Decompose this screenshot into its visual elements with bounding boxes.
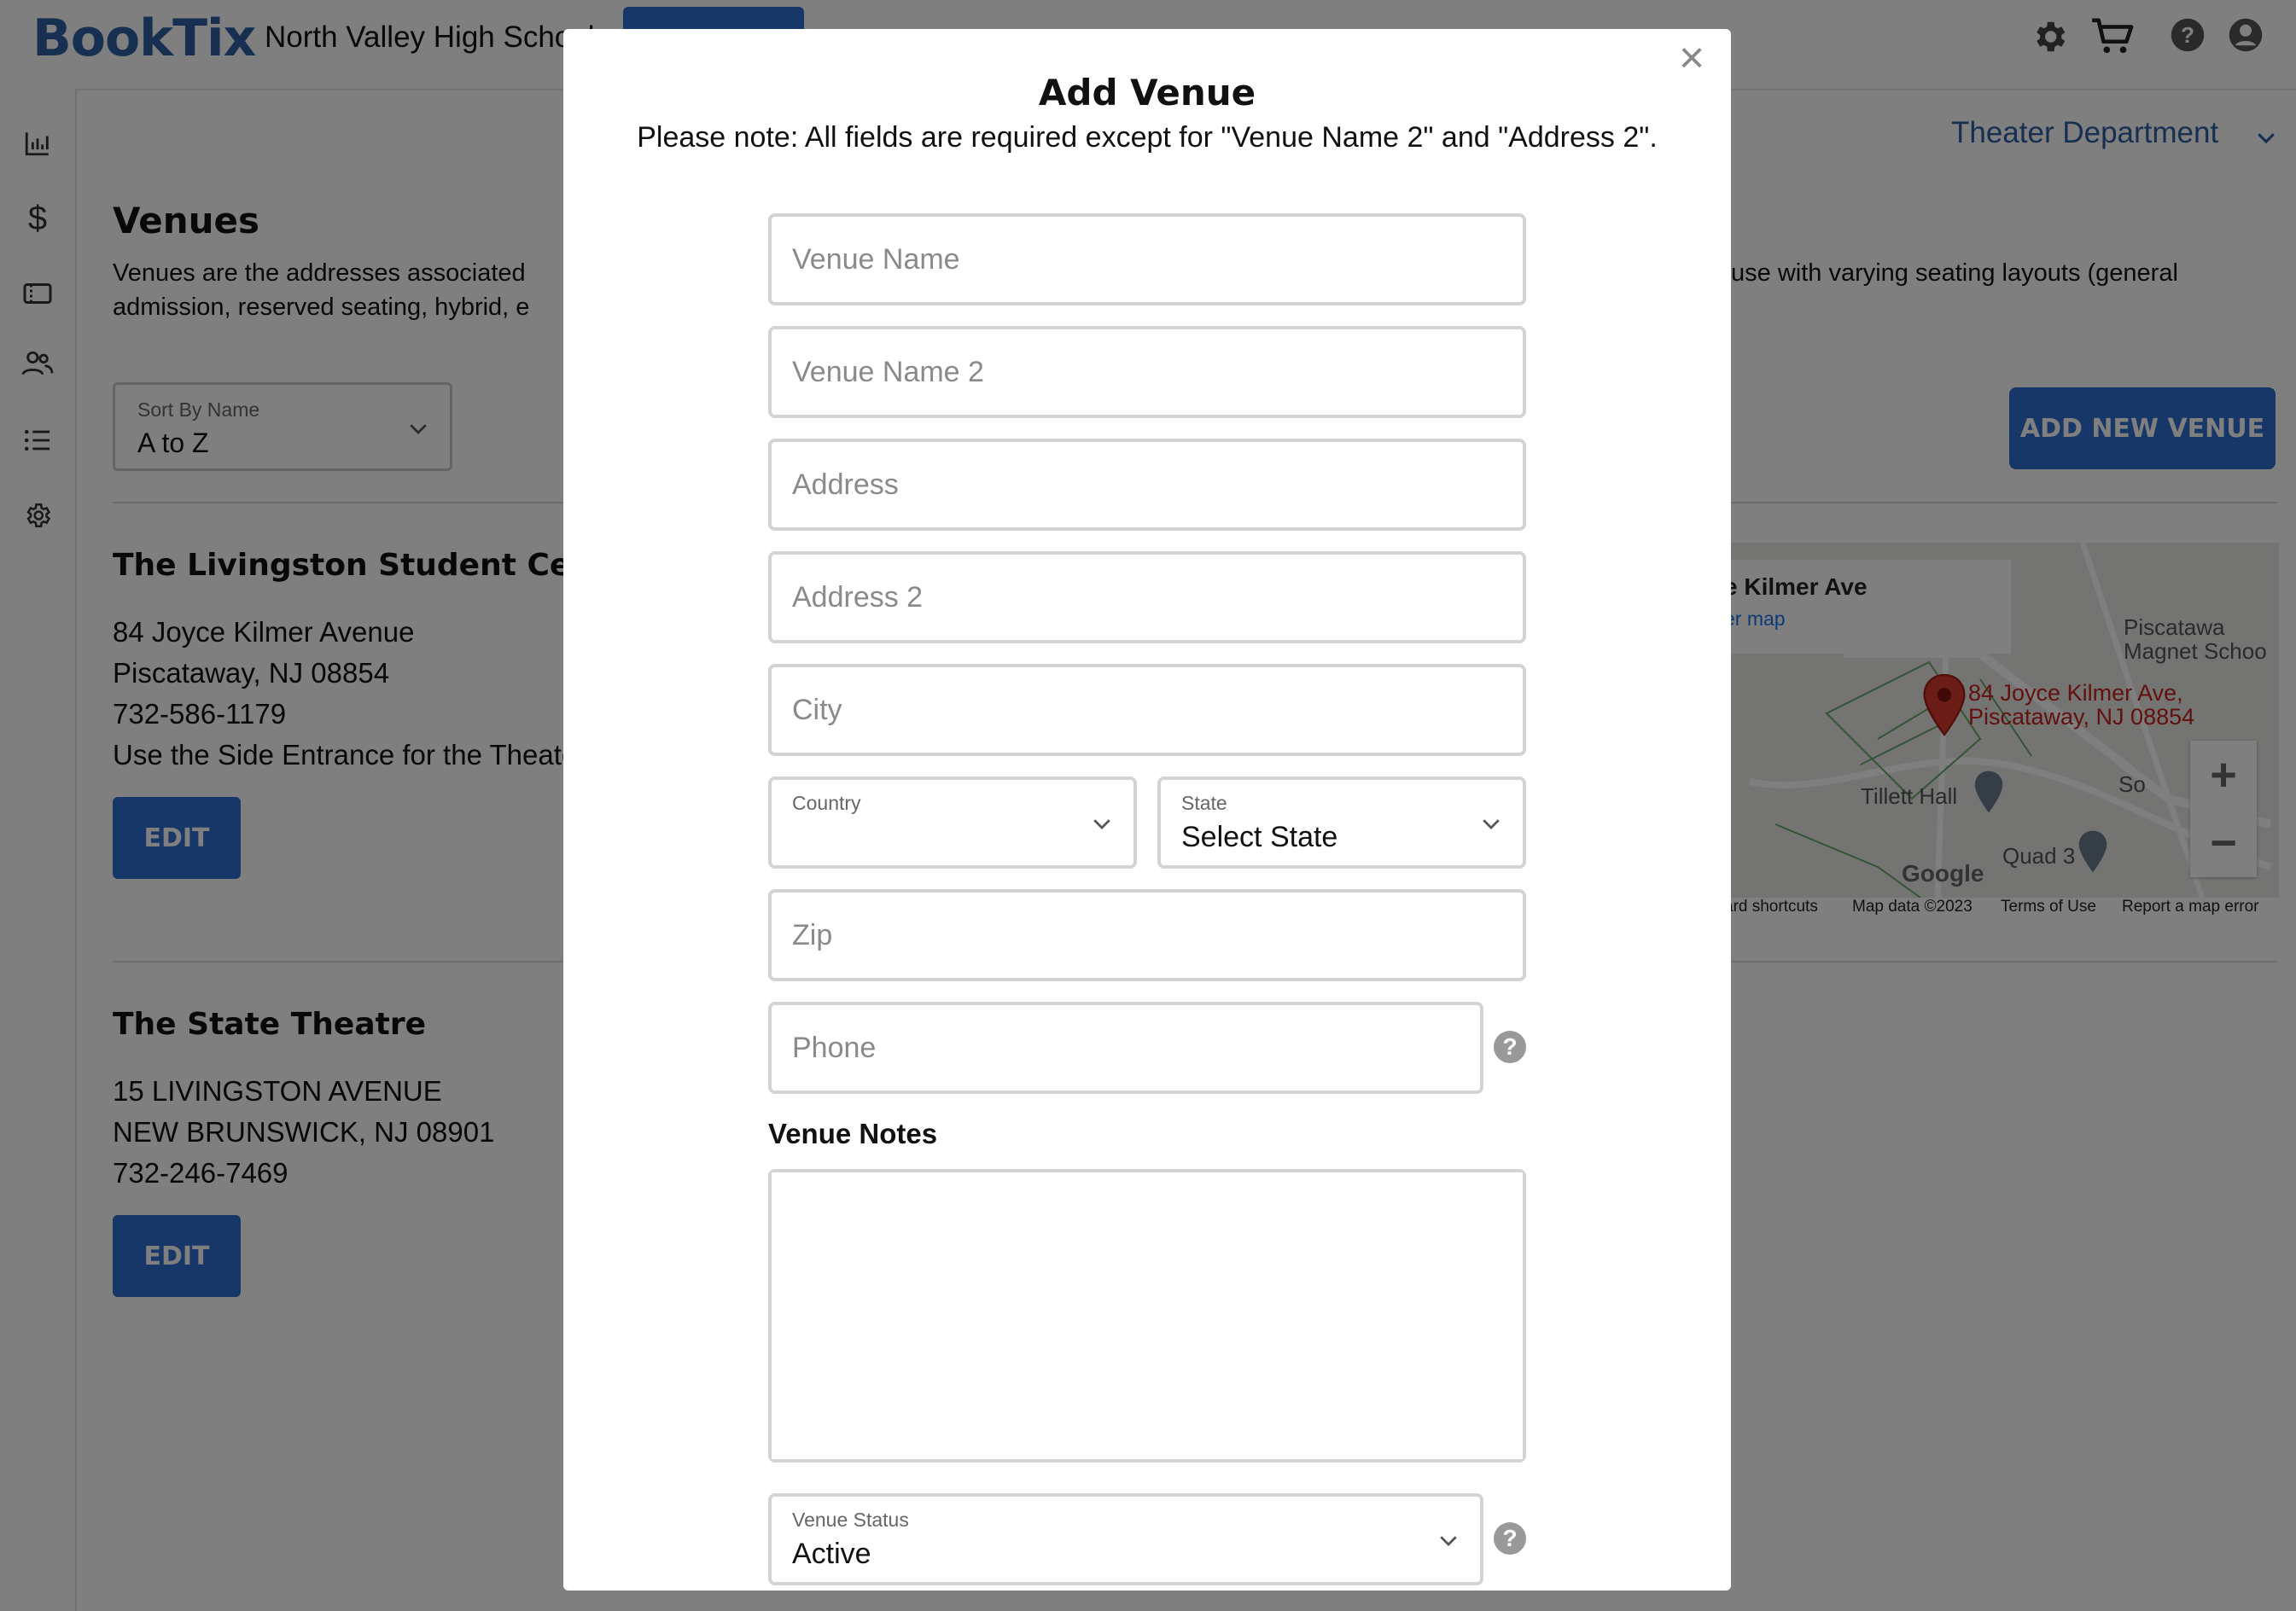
state-label: State	[1181, 792, 1227, 814]
address-input[interactable]	[772, 442, 1523, 527]
venue-notes-textarea[interactable]	[772, 1172, 1523, 1459]
modal-title: Add Venue	[1038, 72, 1256, 113]
venue-name-field	[768, 213, 1526, 305]
chevron-down-icon	[1089, 811, 1115, 836]
country-label: Country	[792, 792, 861, 814]
state-select[interactable]: State Select State	[1157, 776, 1526, 869]
state-value: Select State	[1181, 821, 1338, 853]
venue-name-2-field	[768, 326, 1526, 418]
venue-name-input[interactable]	[772, 217, 1523, 302]
venue-notes-label: Venue Notes	[768, 1118, 938, 1149]
chevron-down-icon	[1436, 1527, 1461, 1553]
venue-name-2-input[interactable]	[772, 329, 1523, 415]
city-input[interactable]	[772, 667, 1523, 753]
city-field	[768, 664, 1526, 756]
venue-status-value: Active	[792, 1538, 871, 1570]
close-icon[interactable]: ×	[1675, 36, 1709, 80]
address-2-field	[768, 551, 1526, 643]
address-2-input[interactable]	[772, 555, 1523, 640]
phone-help-icon[interactable]: ?	[1494, 1031, 1526, 1063]
venue-status-select[interactable]: Venue Status Active	[768, 1493, 1483, 1585]
phone-field	[768, 1002, 1483, 1094]
venue-status-help-icon[interactable]: ?	[1494, 1522, 1526, 1555]
zip-field	[768, 889, 1526, 981]
country-select[interactable]: Country	[768, 776, 1137, 869]
venue-status-label: Venue Status	[792, 1509, 909, 1531]
modal-note: Please note: All fields are required exc…	[637, 121, 1658, 154]
address-field	[768, 439, 1526, 531]
chevron-down-icon	[1478, 811, 1504, 836]
zip-input[interactable]	[772, 893, 1523, 978]
phone-input[interactable]	[772, 1005, 1480, 1090]
venue-notes-field	[768, 1169, 1526, 1463]
add-venue-modal: × Add Venue Please note: All fields are …	[563, 29, 1731, 1591]
